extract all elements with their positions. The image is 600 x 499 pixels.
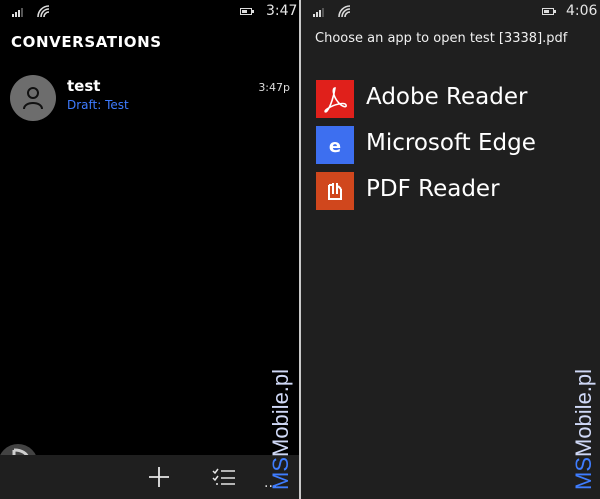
wifi-icon [37,5,50,18]
app-label: PDF Reader [366,176,500,202]
status-time: 3:47 [266,3,298,19]
status-time: 4:06 [566,3,598,19]
conversation-name: test [67,77,101,95]
app-option-microsoft-edge[interactable]: e Microsoft Edge [316,126,586,164]
avatar [10,75,56,121]
right-phone-screen: 4:06 Choose an app to open test [3338].p… [301,0,600,499]
app-option-adobe-reader[interactable]: Adobe Reader [316,80,586,118]
watermark-prefix: MS [571,457,596,490]
battery-icon [542,8,556,15]
adobe-reader-icon [316,80,354,118]
edge-icon: e [316,126,354,164]
wifi-icon [338,5,351,18]
multi-select-icon[interactable] [210,463,238,491]
svg-text:e: e [329,136,341,157]
app-option-pdf-reader[interactable]: PDF Reader [316,172,586,210]
person-icon [23,87,43,110]
app-bar: ... [0,455,299,499]
left-phone-screen: 3:47 CONVERSATIONS test Draft: Test 3:47… [0,0,299,499]
dialog-prompt: Choose an app to open test [3338].pdf [315,31,568,46]
conversation-preview: Draft: Test [67,98,129,112]
signal-icon [313,8,324,17]
watermark-rest: Mobile.pl [571,368,596,457]
watermark-text: MSMobile.pl [268,369,294,490]
app-label: Adobe Reader [366,84,528,110]
conversation-time: 3:47p [258,81,290,94]
status-bar: 3:47 [0,0,299,22]
watermark-prefix: MS [268,457,293,490]
plus-icon[interactable] [145,463,173,491]
signal-icon [12,8,23,17]
pdf-reader-icon [316,172,354,210]
conversation-item[interactable]: test Draft: Test 3:47p [10,75,294,123]
watermark-text: MSMobile.pl [571,369,597,490]
page-title: CONVERSATIONS [11,33,162,51]
battery-icon [240,8,254,15]
status-bar: 4:06 [301,0,600,22]
watermark-rest: Mobile.pl [268,368,293,457]
app-label: Microsoft Edge [366,130,536,156]
